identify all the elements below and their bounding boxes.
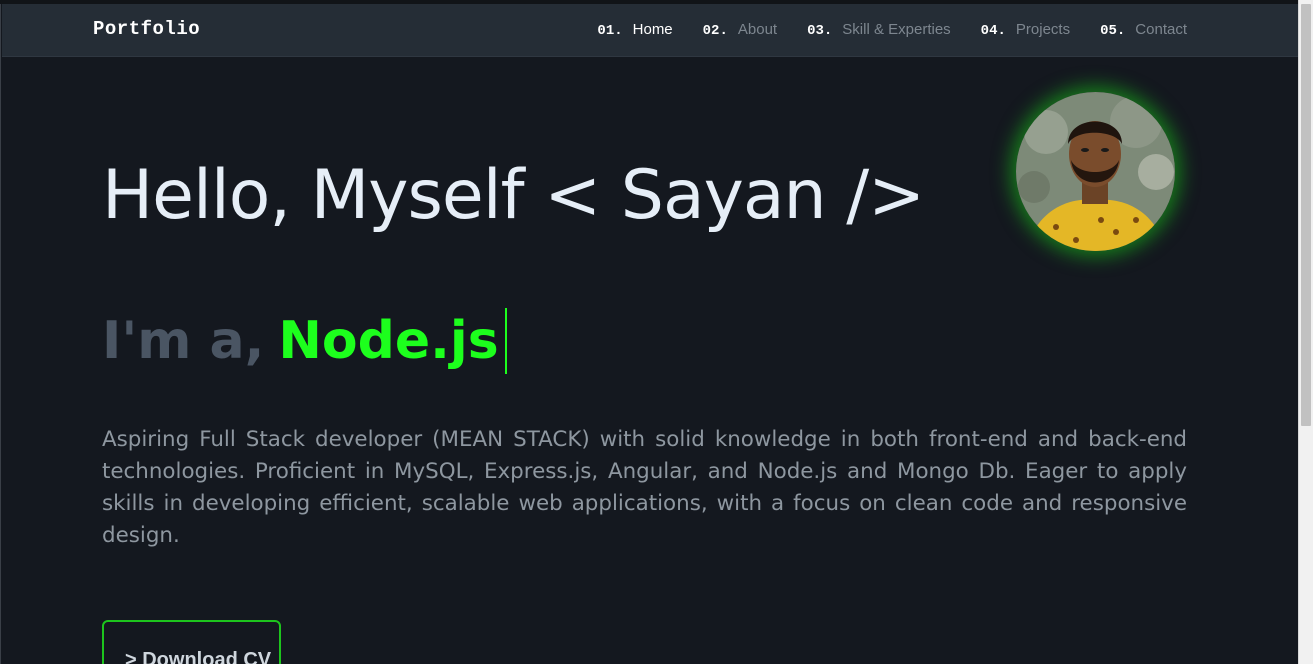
nav-item-projects[interactable]: 04. Projects xyxy=(981,21,1070,39)
nav-item-number: 02. xyxy=(702,23,728,39)
profile-avatar xyxy=(1016,92,1175,251)
nav-item-label: Contact xyxy=(1135,21,1187,38)
brand-logo[interactable]: Portfolio xyxy=(93,18,200,40)
hero-role: I'm a, Node.js xyxy=(102,308,507,374)
hero-bio: Aspiring Full Stack developer (MEAN STAC… xyxy=(102,427,1187,548)
nav-item-label: About xyxy=(737,21,778,38)
page: Portfolio 01. Home 02. About 03. Skill &… xyxy=(0,0,1298,664)
nav-links: 01. Home 02. About 03. Skill & Experties… xyxy=(567,21,1187,39)
vertical-scrollbar[interactable] xyxy=(1298,0,1313,664)
hero-greeting: Hello, Myself < Sayan /> xyxy=(102,156,925,235)
scrollbar-thumb[interactable] xyxy=(1301,4,1311,426)
nav-item-number: 01. xyxy=(597,23,623,39)
nav-item-label: Home xyxy=(632,21,673,38)
nav-item-number: 04. xyxy=(980,23,1006,39)
navbar: Portfolio 01. Home 02. About 03. Skill &… xyxy=(2,4,1298,57)
nav-item-label: Projects xyxy=(1015,21,1071,38)
role-typed-text: Node.js xyxy=(278,311,499,371)
nav-item-label: Skill & Experties xyxy=(842,21,951,38)
typing-caret xyxy=(504,308,507,374)
window-top-edge xyxy=(0,0,1313,4)
profile-photo xyxy=(1016,92,1175,251)
download-cv-button[interactable]: > Download CV xyxy=(102,620,281,664)
nav-item-number: 03. xyxy=(807,23,833,39)
nav-item-home[interactable]: 01. Home xyxy=(597,21,672,39)
nav-item-about[interactable]: 02. About xyxy=(703,21,777,39)
role-prefix: I'm a, xyxy=(102,311,265,371)
nav-item-skills[interactable]: 03. Skill & Experties xyxy=(807,21,951,39)
nav-item-number: 05. xyxy=(1100,23,1126,39)
nav-item-contact[interactable]: 05. Contact xyxy=(1100,21,1187,39)
